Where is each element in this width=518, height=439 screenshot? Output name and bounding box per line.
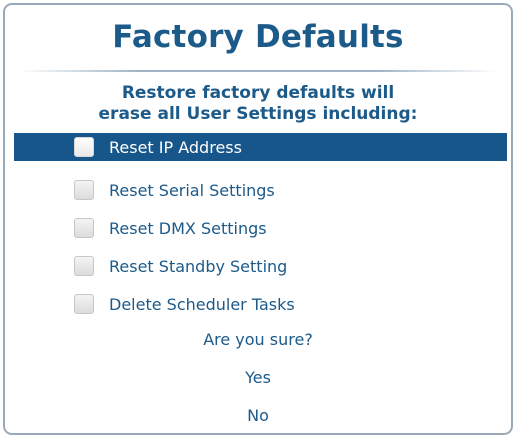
delete-scheduler-tasks-checkbox[interactable] xyxy=(74,294,94,314)
option-label: Reset Standby Setting xyxy=(109,256,288,276)
dialog-title: Factory Defaults xyxy=(112,19,404,55)
options-list: Reset IP Address Reset Serial Settings R… xyxy=(5,133,511,323)
option-delete-scheduler-tasks[interactable]: Delete Scheduler Tasks xyxy=(5,285,511,323)
yes-button[interactable]: Yes xyxy=(235,366,281,389)
reset-ip-address-checkbox[interactable] xyxy=(74,137,94,157)
option-reset-ip-address[interactable]: Reset IP Address xyxy=(14,133,507,161)
warning-message: Restore factory defaults will erase all … xyxy=(5,83,511,125)
warning-line-1: Restore factory defaults will xyxy=(121,83,395,103)
reset-serial-settings-checkbox[interactable] xyxy=(74,180,94,200)
option-reset-dmx-settings[interactable]: Reset DMX Settings xyxy=(5,209,511,247)
title-divider xyxy=(19,70,497,72)
confirm-prompt: Are you sure? xyxy=(203,330,313,349)
option-reset-serial-settings[interactable]: Reset Serial Settings xyxy=(5,171,511,209)
option-reset-standby-setting[interactable]: Reset Standby Setting xyxy=(5,247,511,285)
warning-line-2: erase all User Settings including: xyxy=(98,104,418,124)
option-label: Reset DMX Settings xyxy=(109,218,267,238)
option-label: Reset IP Address xyxy=(109,137,242,157)
option-label: Delete Scheduler Tasks xyxy=(109,294,295,314)
factory-defaults-dialog: Factory Defaults Restore factory default… xyxy=(3,3,513,435)
no-button[interactable]: No xyxy=(237,404,279,427)
reset-standby-setting-checkbox[interactable] xyxy=(74,256,94,276)
option-label: Reset Serial Settings xyxy=(109,180,275,200)
reset-dmx-settings-checkbox[interactable] xyxy=(74,218,94,238)
